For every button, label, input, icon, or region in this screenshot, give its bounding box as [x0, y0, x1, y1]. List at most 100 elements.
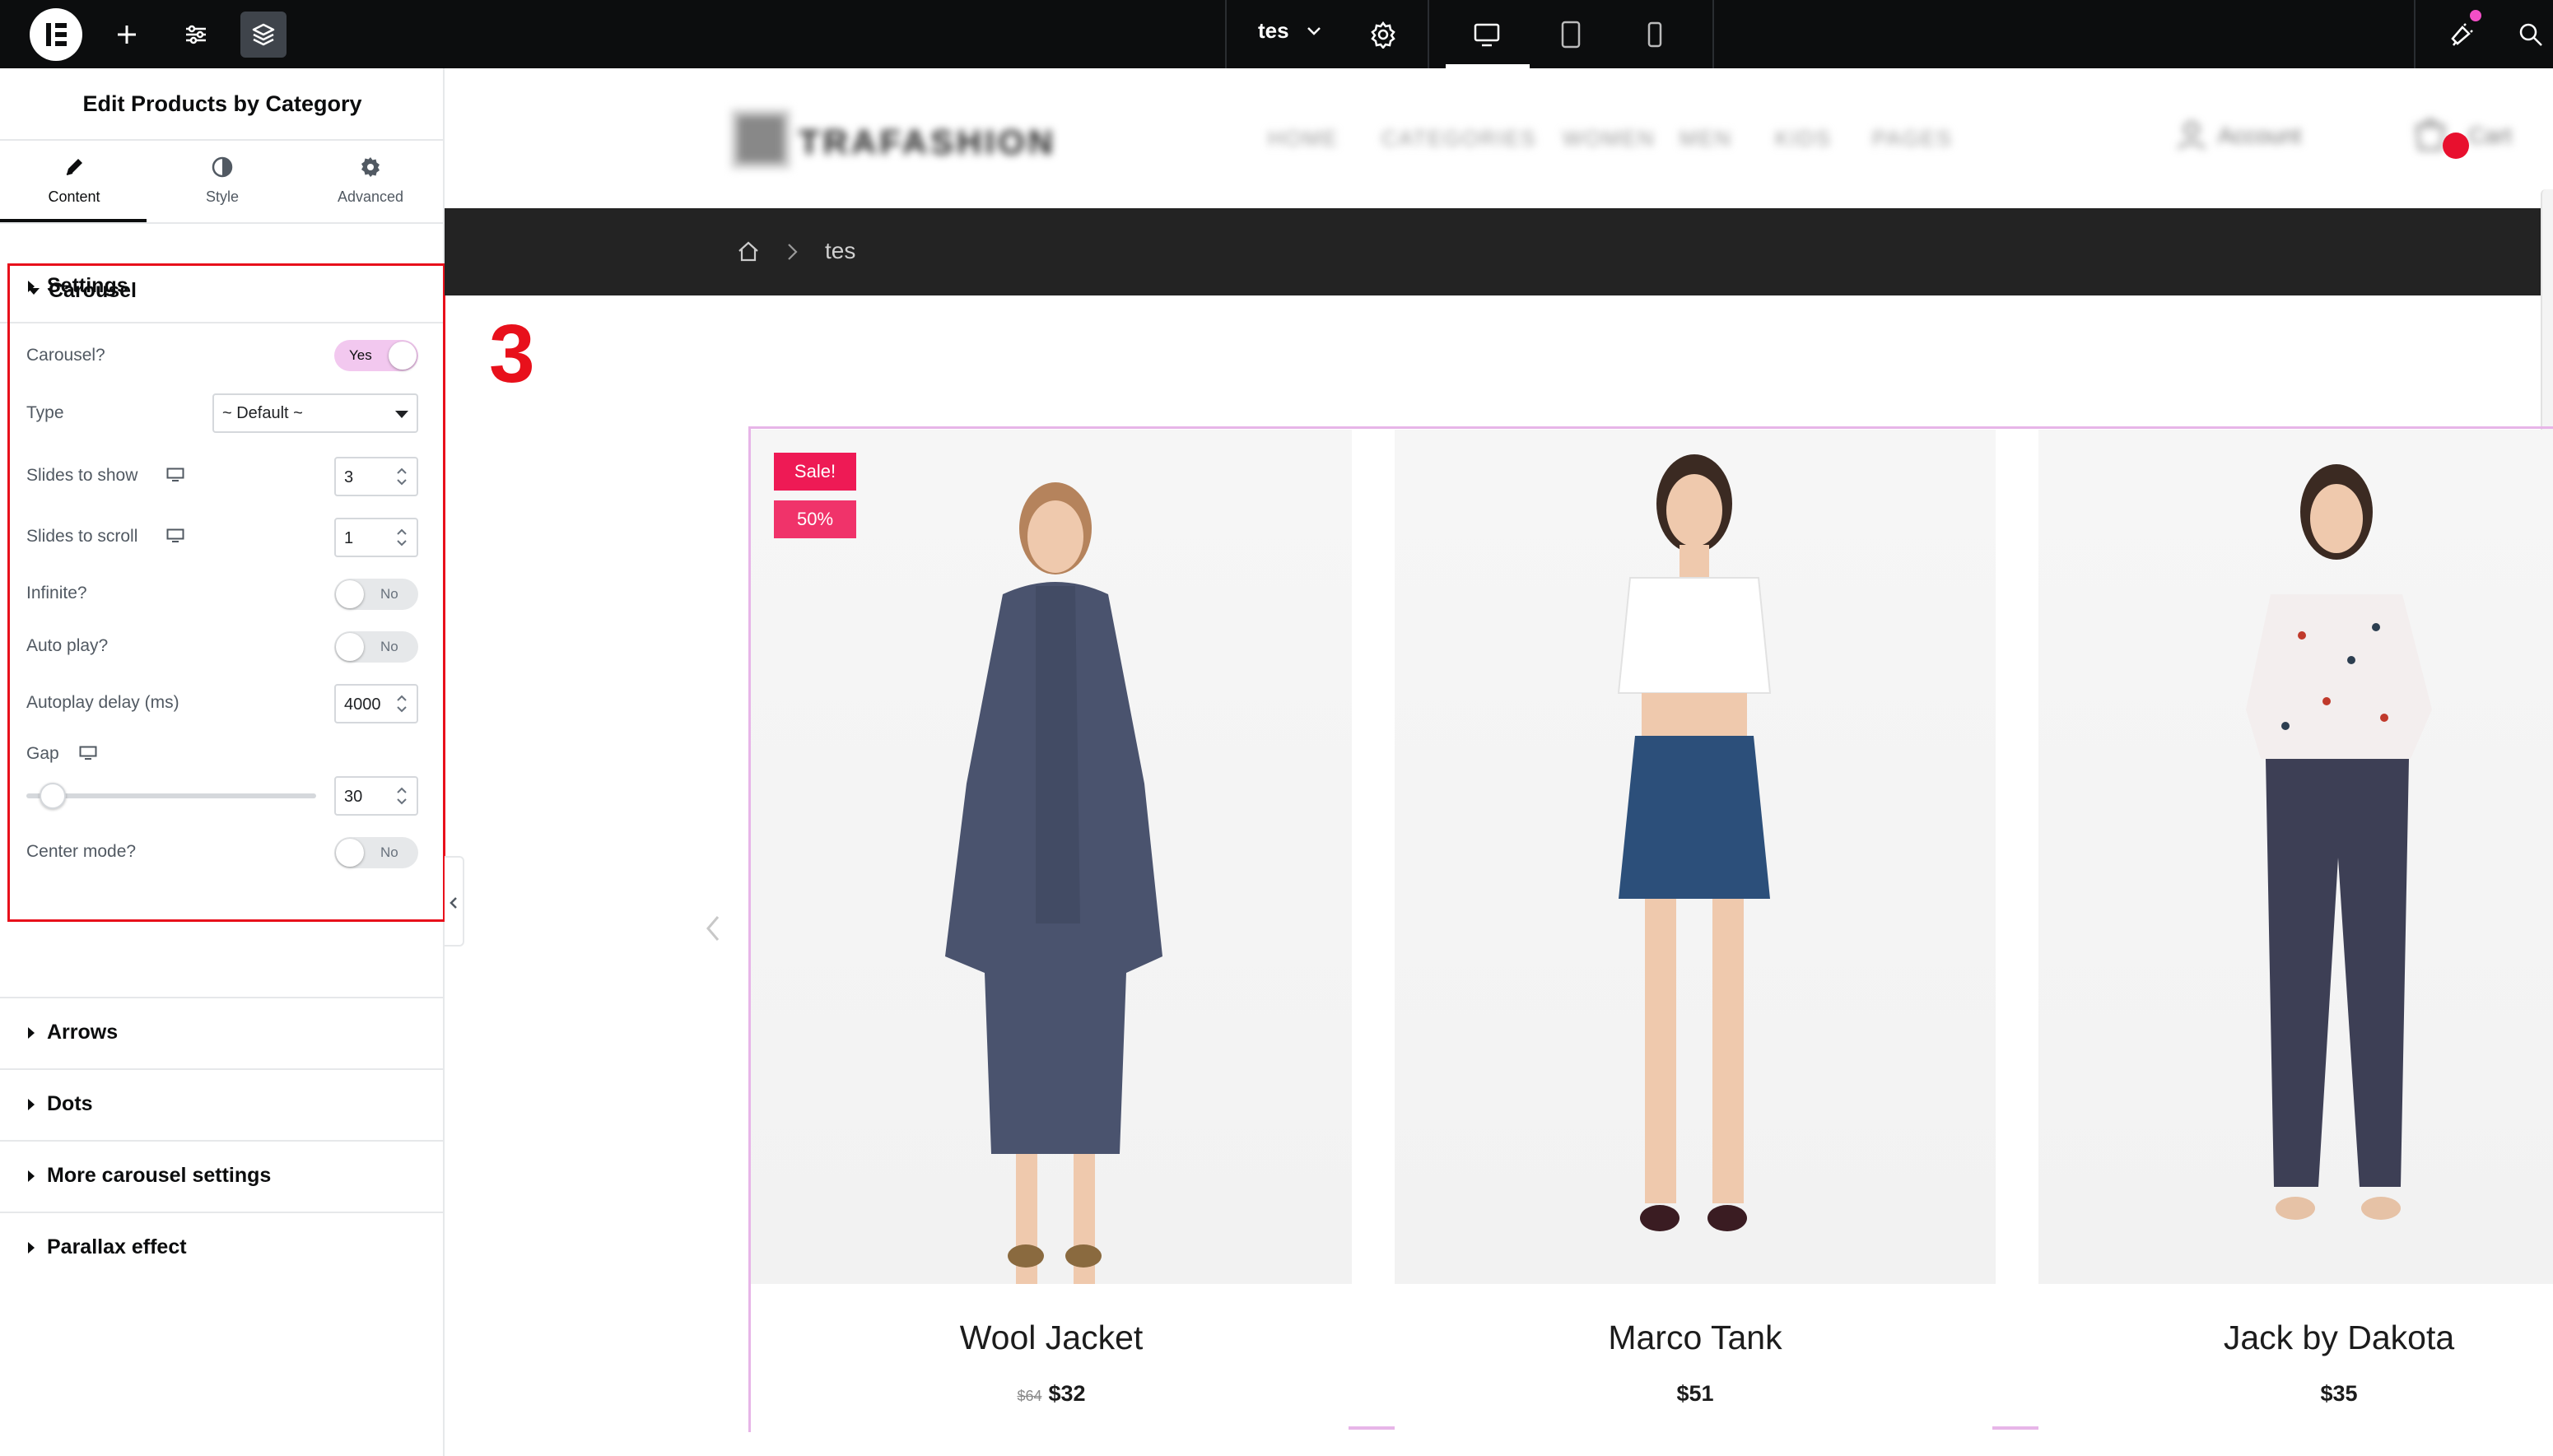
product-name[interactable]: Jack by Dakota	[2038, 1319, 2553, 1357]
product-card[interactable]: Marco Tank $51	[1395, 430, 1996, 1444]
account-link[interactable]: Account	[2218, 123, 2301, 149]
breadcrumb: tes	[445, 208, 2541, 295]
section-more-carousel-settings[interactable]: More carousel settings	[0, 1141, 445, 1212]
settings-sliders-icon[interactable]	[173, 12, 219, 58]
panel-collapse-button[interactable]	[445, 856, 464, 947]
tab-content[interactable]: Content	[0, 142, 148, 221]
document-title[interactable]: tes	[1258, 18, 1289, 44]
section-label: Parallax effect	[47, 1235, 187, 1258]
toggle-text: No	[380, 586, 398, 602]
gap-slider-handle[interactable]	[40, 783, 66, 809]
product-name[interactable]: Wool Jacket	[751, 1319, 1352, 1357]
nav-item-pages[interactable]: PAGES	[1872, 126, 1953, 151]
slides-to-show-input[interactable]: 3	[334, 457, 418, 496]
toggle-knob	[389, 342, 417, 370]
layers-icon[interactable]	[240, 12, 287, 58]
divider	[0, 222, 445, 224]
product-name[interactable]: Marco Tank	[1395, 1319, 1996, 1357]
nav-item-men[interactable]: MEN	[1679, 126, 1732, 151]
toggle-text: No	[380, 844, 398, 860]
desktop-icon[interactable]	[166, 468, 184, 482]
chevron-down-icon[interactable]	[1304, 21, 1324, 45]
annotation-step-number: 3	[489, 308, 535, 400]
gap-input[interactable]: 30	[334, 776, 418, 816]
product-card[interactable]: Jack by Dakota $35	[2038, 430, 2553, 1444]
carousel-label: Carousel?	[26, 346, 105, 365]
product-image[interactable]	[1395, 430, 1996, 1284]
home-icon[interactable]	[736, 240, 761, 264]
add-icon[interactable]	[104, 12, 150, 58]
tab-label: Content	[48, 188, 100, 205]
section-parallax-effect[interactable]: Parallax effect	[0, 1212, 445, 1283]
product-price: $51	[1395, 1381, 1996, 1407]
gear-icon[interactable]	[1360, 12, 1406, 58]
carousel-section-header[interactable]: Carousel	[10, 266, 443, 315]
toggle-knob	[336, 839, 364, 867]
chevron-right-icon	[788, 244, 798, 260]
tab-style[interactable]: Style	[148, 142, 296, 221]
search-icon[interactable]	[2508, 12, 2553, 58]
product-image[interactable]: Sale! 50%	[751, 430, 1352, 1284]
infinite-toggle[interactable]: No	[334, 579, 418, 610]
spinner-icon[interactable]	[394, 524, 410, 551]
cart-link[interactable]: Cart	[2468, 123, 2512, 149]
product-price: $64 $32	[751, 1381, 1352, 1407]
tab-label: Style	[205, 188, 240, 205]
caret-right-icon	[28, 1027, 35, 1039]
slides-to-scroll-input[interactable]: 1	[334, 518, 418, 557]
select-value: ~ Default ~	[222, 404, 303, 422]
desktop-icon[interactable]	[1464, 12, 1510, 58]
type-label: Type	[26, 403, 64, 422]
site-logo-icon[interactable]	[731, 109, 790, 169]
nav-item-women[interactable]: WOMEN	[1563, 126, 1656, 151]
caret-right-icon	[28, 1099, 35, 1110]
autoplay-delay-input[interactable]: 4000	[334, 684, 418, 723]
gap-slider-track[interactable]	[26, 793, 316, 798]
infinite-label: Infinite?	[26, 584, 87, 602]
site-logo-text[interactable]: TRAFASHION	[799, 123, 1056, 162]
product-card[interactable]: Sale! 50% Wool Jacket $64 $32	[751, 430, 1352, 1444]
pencil-icon	[58, 151, 91, 184]
section-label: Dots	[47, 1092, 93, 1115]
cart-count-badge	[2443, 133, 2469, 159]
product-image[interactable]	[2038, 430, 2553, 1284]
type-select[interactable]: ~ Default ~	[212, 393, 418, 433]
carousel-toggle[interactable]: Yes	[334, 340, 418, 371]
notification-badge	[2470, 10, 2481, 21]
site-header: TRAFASHION HOME CATEGORIES WOMEN MEN KID…	[445, 68, 2553, 208]
account-icon[interactable]	[2175, 118, 2208, 151]
gear-icon	[354, 151, 387, 184]
toggle-knob	[336, 633, 364, 661]
nav-item-kids[interactable]: KIDS	[1775, 126, 1832, 151]
product-price: $35	[2038, 1381, 2553, 1407]
section-arrows[interactable]: Arrows	[0, 998, 445, 1068]
carousel-dot[interactable]	[1992, 1426, 2038, 1430]
nav-item-home[interactable]: HOME	[1268, 126, 1339, 151]
carousel-dot[interactable]	[1349, 1426, 1395, 1430]
center-mode-label: Center mode?	[26, 842, 137, 861]
tablet-icon[interactable]	[1548, 12, 1594, 58]
carousel-prev-arrow-icon[interactable]	[701, 912, 726, 945]
spinner-icon[interactable]	[394, 691, 410, 717]
tab-advanced[interactable]: Advanced	[296, 142, 445, 221]
desktop-icon[interactable]	[166, 528, 184, 543]
topbar-divider	[2414, 0, 2416, 68]
spinner-icon[interactable]	[394, 783, 410, 809]
topbar-divider	[1428, 0, 1429, 68]
toggle-text: Yes	[349, 347, 372, 363]
nav-item-categories[interactable]: CATEGORIES	[1381, 126, 1537, 151]
chevron-left-icon	[450, 897, 457, 909]
elementor-logo-icon[interactable]	[30, 8, 82, 61]
autoplay-toggle[interactable]: No	[334, 631, 418, 663]
spinner-icon[interactable]	[394, 463, 410, 490]
caret-right-icon	[28, 1170, 35, 1182]
center-mode-toggle[interactable]: No	[334, 837, 418, 868]
desktop-icon[interactable]	[79, 746, 97, 761]
mobile-icon[interactable]	[1632, 12, 1678, 58]
topbar-divider	[1225, 0, 1227, 68]
tab-label: Advanced	[337, 188, 404, 205]
section-dots[interactable]: Dots	[0, 1069, 445, 1140]
section-carousel: Carousel Carousel? Yes Type ~ Default ~ …	[7, 263, 445, 922]
number-value: 30	[344, 788, 363, 806]
slides-to-scroll-label: Slides to scroll	[26, 527, 138, 546]
